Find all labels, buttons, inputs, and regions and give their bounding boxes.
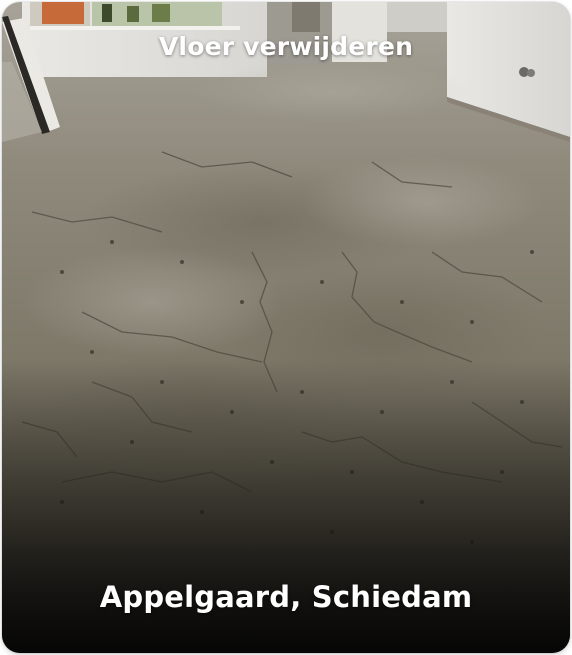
project-location: Appelgaard, Schiedam bbox=[99, 580, 473, 614]
service-title: Vloer verwijderen bbox=[158, 32, 414, 61]
project-card[interactable]: Vloer verwijderen Appelgaard, Schiedam bbox=[2, 2, 570, 653]
concrete-floor-photo bbox=[2, 2, 570, 653]
